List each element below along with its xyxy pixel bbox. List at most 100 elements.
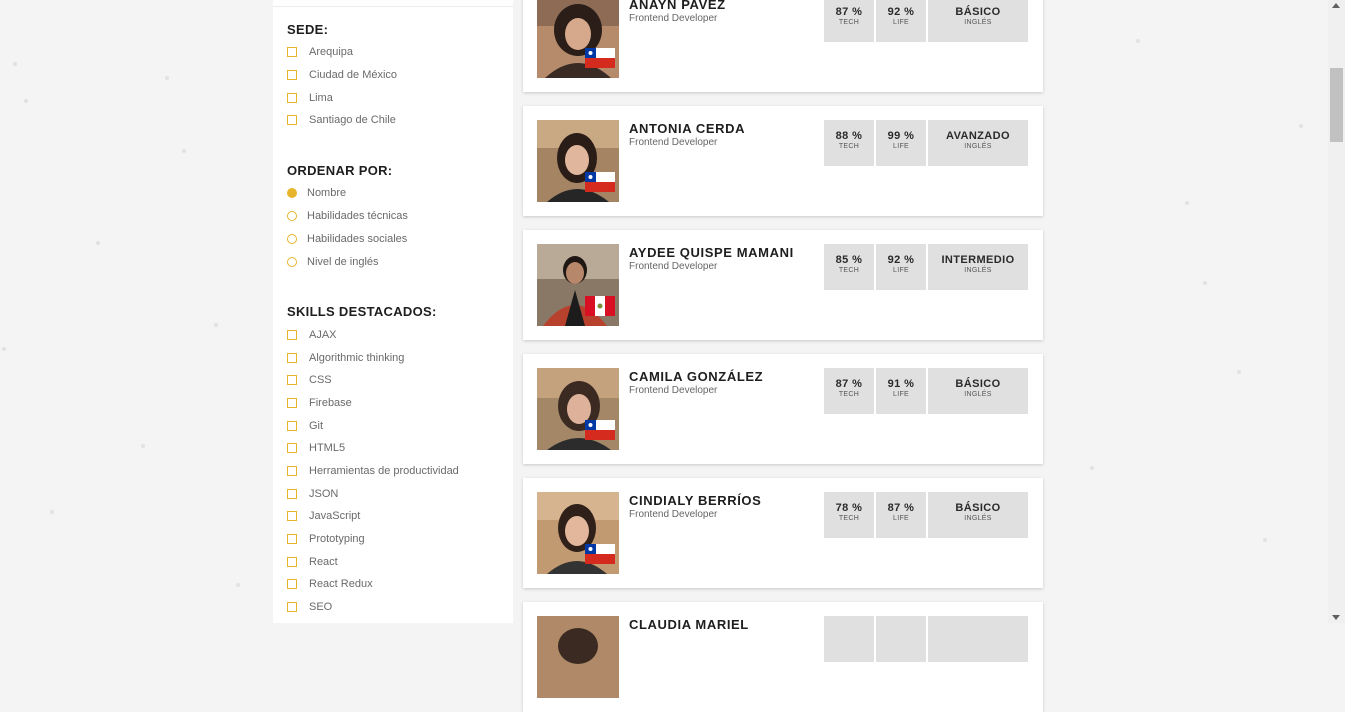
english-value: BÁSICO bbox=[955, 502, 1001, 514]
option-label: Algorithmic thinking bbox=[309, 352, 405, 364]
life-label: LIFE bbox=[893, 19, 909, 26]
skill-option-algorithmic-thinking[interactable]: Algorithmic thinking bbox=[287, 349, 404, 367]
student-photo bbox=[537, 120, 619, 202]
checkbox-icon[interactable] bbox=[287, 115, 297, 125]
checkbox-icon[interactable] bbox=[287, 93, 297, 103]
scroll-up-arrow-icon[interactable] bbox=[1332, 3, 1340, 8]
tech-value: 87 % bbox=[835, 6, 863, 18]
checkbox-icon[interactable] bbox=[287, 353, 297, 363]
sort-option-nombre[interactable]: Nombre bbox=[287, 184, 346, 202]
sort-option-habilidades-tecnicas[interactable]: Habilidades técnicas bbox=[287, 207, 408, 225]
checkbox-icon[interactable] bbox=[287, 579, 297, 589]
option-label: React Redux bbox=[309, 578, 373, 590]
option-label: CSS bbox=[309, 374, 332, 386]
skill-option-prototyping[interactable]: Prototyping bbox=[287, 530, 365, 548]
student-name[interactable]: AYDEE QUISPE MAMANI bbox=[629, 245, 794, 260]
vertical-scrollbar[interactable] bbox=[1328, 0, 1345, 623]
sede-option-santiago-de-chile[interactable]: Santiago de Chile bbox=[287, 111, 396, 129]
english-level: INTERMEDIO INGLÉS bbox=[928, 244, 1028, 290]
checkbox-icon[interactable] bbox=[287, 511, 297, 521]
ordenar-title: ORDENAR POR: bbox=[287, 163, 393, 178]
option-label: React bbox=[309, 556, 338, 568]
student-photo bbox=[537, 492, 619, 574]
student-card[interactable]: AYDEE QUISPE MAMANI Frontend Developer 8… bbox=[523, 230, 1043, 340]
student-name[interactable]: CLAUDIA MARIEL bbox=[629, 617, 749, 632]
tech-score: 87 % TECH bbox=[824, 368, 874, 414]
student-photo bbox=[537, 368, 619, 450]
skill-option-ajax[interactable]: AJAX bbox=[287, 326, 337, 344]
sort-option-nivel-de-ingles[interactable]: Nivel de inglés bbox=[287, 253, 379, 271]
tech-score: 78 % TECH bbox=[824, 492, 874, 538]
english-label: INGLÉS bbox=[964, 19, 992, 26]
life-value: 91 % bbox=[887, 378, 915, 390]
skill-option-react[interactable]: React bbox=[287, 553, 338, 571]
student-role: Frontend Developer bbox=[629, 509, 718, 520]
student-name[interactable]: ANTONIA CERDA bbox=[629, 121, 745, 136]
student-role: Frontend Developer bbox=[629, 13, 718, 24]
option-label: HTML5 bbox=[309, 442, 346, 454]
radio-icon[interactable] bbox=[287, 257, 297, 267]
student-card[interactable]: ANTONIA CERDA Frontend Developer 88 % TEC… bbox=[523, 106, 1043, 216]
skill-option-react-redux[interactable]: React Redux bbox=[287, 575, 373, 593]
student-card[interactable]: ANAYN PAVEZ Frontend Developer 87 % TECH … bbox=[523, 0, 1043, 92]
student-card[interactable]: CLAUDIA MARIEL bbox=[523, 602, 1043, 712]
chile-flag-icon bbox=[585, 48, 615, 68]
sede-option-ciudad-de-mexico[interactable]: Ciudad de México bbox=[287, 66, 397, 84]
tech-label: TECH bbox=[838, 19, 860, 26]
checkbox-icon[interactable] bbox=[287, 330, 297, 340]
sort-option-habilidades-sociales[interactable]: Habilidades sociales bbox=[287, 230, 407, 248]
life-score: 87 % LIFE bbox=[876, 492, 926, 538]
life-value: 87 % bbox=[887, 502, 915, 514]
checkbox-icon[interactable] bbox=[287, 421, 297, 431]
tech-value: 87 % bbox=[835, 378, 863, 390]
skill-option-css[interactable]: CSS bbox=[287, 371, 332, 389]
english-value: AVANZADO bbox=[946, 130, 1010, 142]
sede-option-lima[interactable]: Lima bbox=[287, 89, 333, 107]
scroll-down-arrow-icon[interactable] bbox=[1332, 615, 1340, 620]
option-label: SEO bbox=[309, 601, 333, 613]
radio-icon[interactable] bbox=[287, 211, 297, 221]
life-score: 92 % LIFE bbox=[876, 244, 926, 290]
checkbox-icon[interactable] bbox=[287, 489, 297, 499]
student-name[interactable]: CINDIALY BERRÍOS bbox=[629, 493, 761, 508]
checkbox-icon[interactable] bbox=[287, 47, 297, 57]
checkbox-icon[interactable] bbox=[287, 443, 297, 453]
option-label: Firebase bbox=[309, 397, 352, 409]
student-card[interactable]: CAMILA GONZÁLEZ Frontend Developer 87 % T… bbox=[523, 354, 1043, 464]
option-label: AJAX bbox=[309, 329, 337, 341]
skill-option-firebase[interactable]: Firebase bbox=[287, 394, 352, 412]
checkbox-icon[interactable] bbox=[287, 557, 297, 567]
chile-flag-icon bbox=[585, 172, 615, 192]
checkbox-icon[interactable] bbox=[287, 398, 297, 408]
checkbox-icon[interactable] bbox=[287, 534, 297, 544]
option-label: Habilidades técnicas bbox=[307, 210, 408, 222]
skill-option-git[interactable]: Git bbox=[287, 417, 323, 435]
student-name[interactable]: CAMILA GONZÁLEZ bbox=[629, 369, 763, 384]
skill-option-javascript[interactable]: JavaScript bbox=[287, 507, 360, 525]
english-label: INGLÉS bbox=[964, 143, 992, 150]
life-value: 92 % bbox=[887, 6, 915, 18]
skill-option-seo[interactable]: SEO bbox=[287, 598, 332, 616]
life-label: LIFE bbox=[893, 391, 909, 398]
radio-icon[interactable] bbox=[287, 234, 297, 244]
student-card[interactable]: CINDIALY BERRÍOS Frontend Developer 78 %… bbox=[523, 478, 1043, 588]
skill-option-json[interactable]: JSON bbox=[287, 485, 338, 503]
checkbox-icon[interactable] bbox=[287, 70, 297, 80]
english-level: BÁSICO INGLÉS bbox=[928, 492, 1028, 538]
scrollbar-thumb[interactable] bbox=[1330, 68, 1343, 142]
life-label: LIFE bbox=[893, 143, 909, 150]
checkbox-icon[interactable] bbox=[287, 375, 297, 385]
english-level: BÁSICO INGLÉS bbox=[928, 0, 1028, 42]
student-role: Frontend Developer bbox=[629, 385, 718, 396]
english-value: BÁSICO bbox=[955, 378, 1001, 390]
sede-option-arequipa[interactable]: Arequipa bbox=[287, 43, 353, 61]
checkbox-icon[interactable] bbox=[287, 602, 297, 612]
tech-label: TECH bbox=[838, 515, 860, 522]
student-role: Frontend Developer bbox=[629, 137, 718, 148]
skill-option-html5[interactable]: HTML5 bbox=[287, 439, 345, 457]
radio-selected-icon[interactable] bbox=[287, 188, 297, 198]
skill-option-herramientas[interactable]: Herramientas de productividad bbox=[287, 462, 459, 480]
filter-sidebar: SEDE: Arequipa Ciudad de México Lima San… bbox=[273, 0, 513, 623]
student-name[interactable]: ANAYN PAVEZ bbox=[629, 0, 726, 12]
checkbox-icon[interactable] bbox=[287, 466, 297, 476]
